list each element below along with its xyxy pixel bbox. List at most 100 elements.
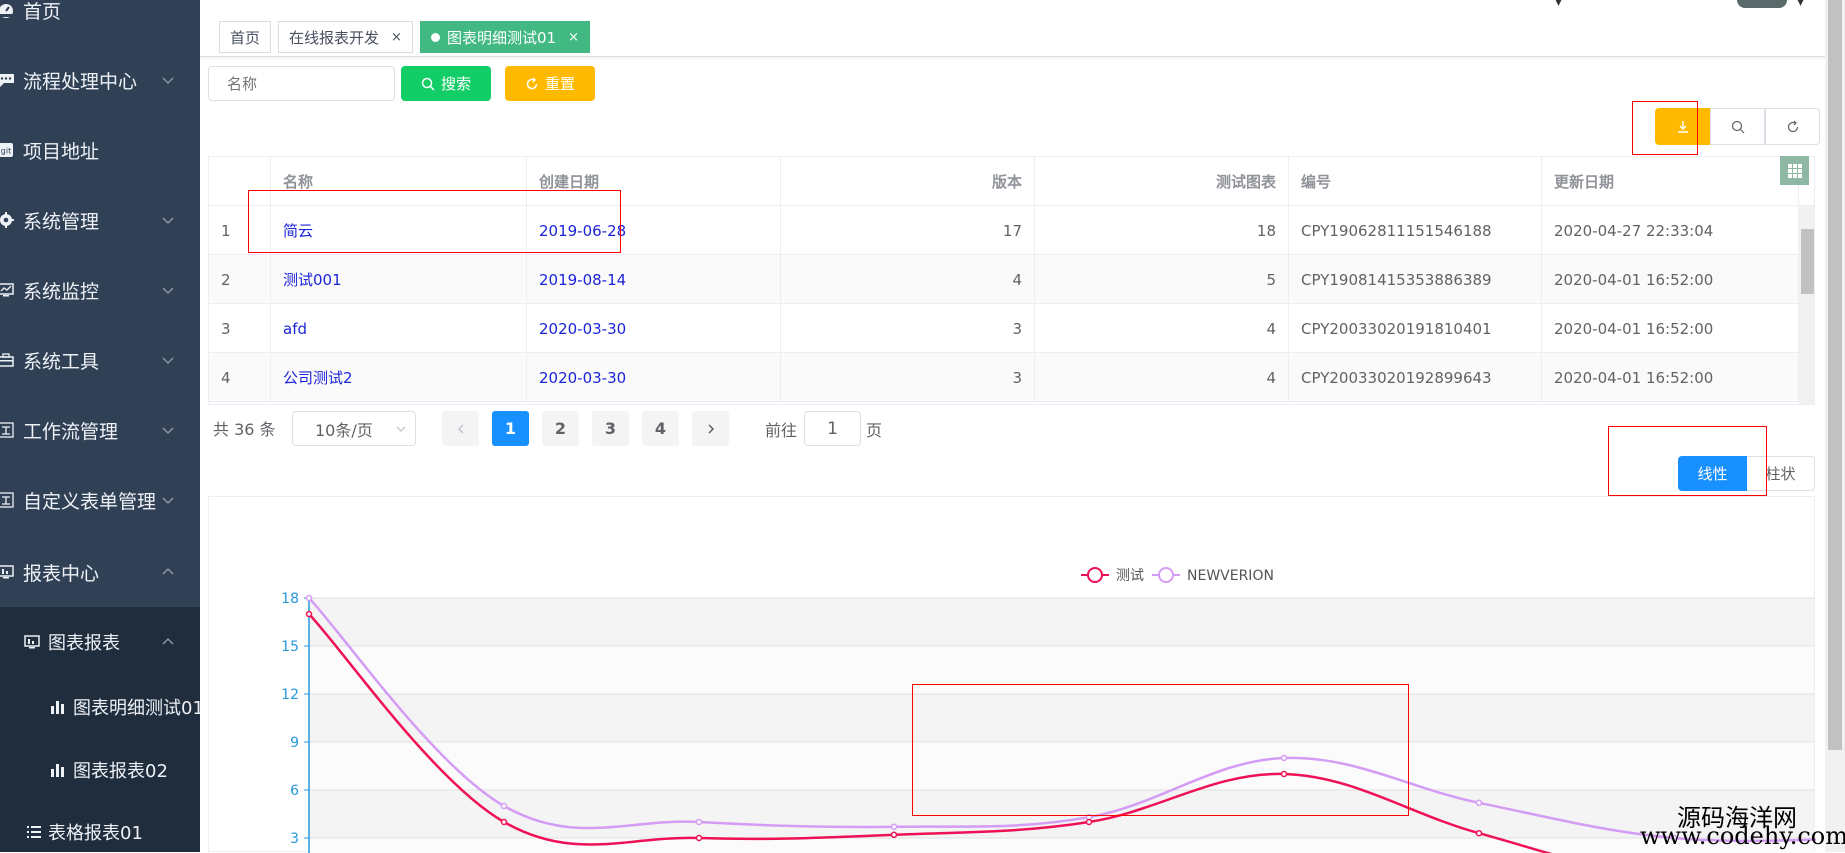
tag-label: 图表明细测试01 <box>447 28 557 47</box>
sidebar-item-process-center[interactable]: 流程处理中心 <box>0 45 200 115</box>
avatar[interactable] <box>1737 0 1787 8</box>
column-number: 编号 <box>1289 157 1542 206</box>
chevron-down-icon <box>162 497 174 505</box>
table-row[interactable]: 4 公司测试2 2020-03-30 3 4 CPY20033020192899… <box>209 353 1814 402</box>
column-create-date: 创建日期 <box>527 157 781 206</box>
close-icon[interactable]: × <box>391 30 402 45</box>
prev-page-button[interactable] <box>442 411 479 446</box>
cell-name-link[interactable]: afd <box>271 304 527 353</box>
column-update-date: 更新日期 <box>1542 157 1799 206</box>
sidebar-item-report-center[interactable]: 报表中心 <box>0 537 200 607</box>
chevron-up-icon <box>162 567 174 575</box>
cell-create-date: 2019-06-28 <box>527 206 781 255</box>
y-tick-label: 12 <box>281 687 299 703</box>
data-point <box>500 802 508 810</box>
close-icon[interactable]: × <box>568 30 579 45</box>
table-row[interactable]: 3 afd 2020-03-30 3 4 CPY2003302019181040… <box>209 304 1814 353</box>
page-button-1[interactable]: 1 <box>492 411 529 446</box>
y-tick-label: 18 <box>281 591 299 607</box>
refresh-button[interactable] <box>1765 108 1820 145</box>
cell-update-date: 2020-04-01 16:52:00 <box>1542 255 1799 304</box>
cell-index: 4 <box>209 353 271 402</box>
data-point <box>695 818 703 826</box>
table-scrollbar-thumb[interactable] <box>1801 229 1814 294</box>
grid-band <box>309 838 1814 853</box>
sidebar-item-home[interactable]: 首页 <box>0 0 200 45</box>
sidebar-item-system-tools[interactable]: 系统工具 <box>0 325 200 395</box>
cell-name-link[interactable]: 测试001 <box>271 255 527 304</box>
column-settings-icon[interactable] <box>1780 156 1809 185</box>
chevron-down-icon <box>162 357 174 365</box>
page-button-4[interactable]: 4 <box>642 411 679 446</box>
tag-home[interactable]: 首页 <box>219 21 272 53</box>
chevron-down-icon <box>162 77 174 85</box>
workflow-icon <box>0 420 16 440</box>
cell-create-date: 2020-03-30 <box>527 304 781 353</box>
sidebar-item-project-address[interactable]: git 项目地址 <box>0 115 200 185</box>
cell-test-chart: 5 <box>1035 255 1289 304</box>
data-table: 名称 创建日期 版本 测试图表 编号 更新日期 1 简云 2019-06-28 … <box>208 156 1815 405</box>
export-button[interactable] <box>1655 108 1710 145</box>
chevron-down-icon <box>396 426 406 432</box>
data-point <box>305 610 313 618</box>
tool-icon <box>0 350 16 370</box>
page-size-select[interactable]: 10条/页 <box>292 411 416 446</box>
tags-view-bar: 首页 在线报表开发 × 图表明细测试01 × <box>200 0 1825 57</box>
sidebar-subitem-chart-report-02[interactable]: 图表报表02 <box>0 740 200 800</box>
legend-label: 测试 <box>1116 568 1144 584</box>
watermark-url: www.codehy.com <box>1640 822 1845 850</box>
monitor-icon <box>0 280 16 300</box>
column-version: 版本 <box>781 157 1035 206</box>
page-button-3[interactable]: 3 <box>592 411 629 446</box>
table-toolbar <box>1655 108 1820 145</box>
data-point <box>500 818 508 826</box>
next-page-button[interactable] <box>692 411 729 446</box>
cell-version: 3 <box>781 304 1035 353</box>
sidebar-item-label: 报表中心 <box>23 562 100 585</box>
toggle-search-button[interactable] <box>1710 108 1765 145</box>
reset-button[interactable]: 重置 <box>505 66 595 101</box>
sidebar-item-workflow[interactable]: 工作流管理 <box>0 395 200 465</box>
cell-name-link[interactable]: 公司测试2 <box>271 353 527 402</box>
report-icon <box>0 562 16 582</box>
sidebar-item-label: 系统工具 <box>23 350 100 373</box>
data-point <box>1280 770 1288 778</box>
sidebar-subitem-chart-detail-01[interactable]: 图表明细测试01 <box>0 677 200 737</box>
sidebar-item-system-monitor[interactable]: 系统监控 <box>0 255 200 325</box>
sidebar-submenu-chart-report[interactable]: 图表报表 <box>0 612 200 672</box>
tag-current[interactable]: 图表明细测试01 × <box>420 21 590 53</box>
table-row[interactable]: 1 简云 2019-06-28 17 18 CPY190628111515461… <box>209 206 1814 255</box>
chart-type-line-button[interactable]: 线性 <box>1678 456 1747 491</box>
refresh-icon <box>1787 120 1798 132</box>
sidebar-item-system-manage[interactable]: 系统管理 <box>0 185 200 255</box>
grid-band <box>309 790 1814 838</box>
sidebar-item-label: 系统监控 <box>23 280 100 303</box>
legend-marker <box>1087 567 1103 583</box>
tag-online-report[interactable]: 在线报表开发 × <box>278 21 413 53</box>
sidebar-subitem-table-report-01[interactable]: 表格报表01 <box>0 802 200 852</box>
cell-create-date: 2019-08-14 <box>527 255 781 304</box>
cell-name-link[interactable]: 简云 <box>271 206 527 255</box>
y-tick-label: 6 <box>290 783 299 799</box>
sidebar-item-label: 流程处理中心 <box>23 70 138 93</box>
sidebar-subitem-label: 图表报表02 <box>73 761 168 782</box>
header-icon[interactable]: ▾ <box>1555 0 1562 10</box>
cell-test-chart: 4 <box>1035 353 1289 402</box>
cell-index: 2 <box>209 255 271 304</box>
sidebar-item-custom-form[interactable]: 自定义表单管理 <box>0 465 200 535</box>
tag-label: 首页 <box>230 28 261 47</box>
search-input[interactable] <box>208 66 395 101</box>
data-point <box>1475 829 1483 837</box>
window-scrollbar-thumb[interactable] <box>1828 0 1842 750</box>
gear-icon <box>0 210 16 230</box>
goto-page-input[interactable] <box>804 411 861 446</box>
sidebar-item-label: 工作流管理 <box>23 420 119 443</box>
message-icon <box>0 70 16 90</box>
table-row[interactable]: 2 测试001 2019-08-14 4 5 CPY19081415353886… <box>209 255 1814 304</box>
chart-type-bar-button[interactable]: 柱状 <box>1747 456 1815 491</box>
caret-down-icon[interactable]: ▾ <box>1797 0 1804 10</box>
download-icon <box>1677 120 1688 133</box>
search-button[interactable]: 搜索 <box>401 66 491 101</box>
page-button-2[interactable]: 2 <box>542 411 579 446</box>
search-button-label: 搜索 <box>440 75 471 93</box>
